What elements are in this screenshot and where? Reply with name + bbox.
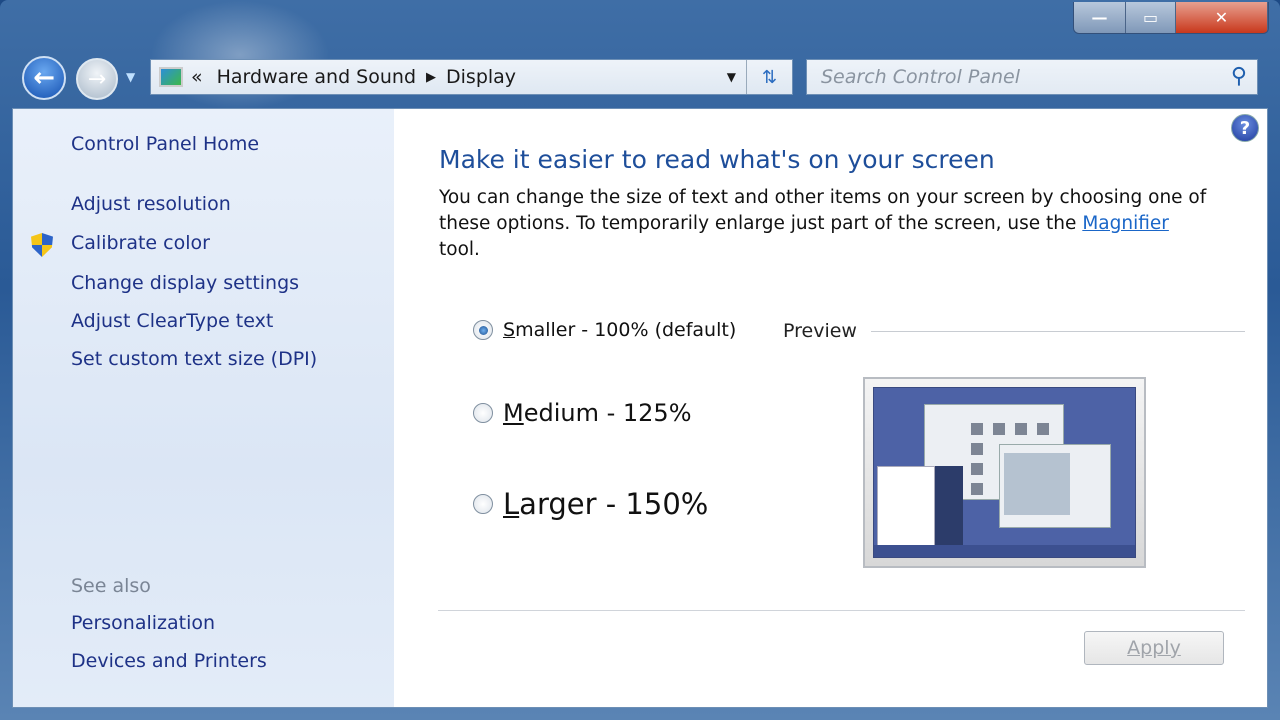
forward-button[interactable]: → — [76, 58, 118, 100]
sidebar-devices-and-printers[interactable]: Devices and Printers — [71, 650, 267, 672]
sidebar-change-display-settings[interactable]: Change display settings — [71, 272, 299, 294]
control-panel-icon — [159, 67, 183, 87]
sidebar-personalization[interactable]: Personalization — [71, 612, 215, 634]
description-text-end: tool. — [439, 239, 480, 260]
page-description: You can change the size of text and othe… — [439, 185, 1259, 263]
sidebar-control-panel-home[interactable]: Control Panel Home — [71, 133, 259, 155]
close-button[interactable]: ✕ — [1176, 2, 1268, 33]
minimize-button[interactable]: — — [1074, 2, 1126, 33]
option-smaller[interactable]: Smaller - 100% (default) — [473, 319, 736, 341]
magnifier-link[interactable]: Magnifier — [1082, 213, 1169, 234]
search-icon[interactable]: ⚲ — [1231, 64, 1247, 89]
sidebar-set-custom-dpi[interactable]: Set custom text size (DPI) — [71, 348, 317, 370]
apply-button[interactable]: Apply — [1084, 631, 1224, 665]
maximize-button[interactable]: ▭ — [1126, 2, 1176, 33]
search-input[interactable]: Search Control Panel ⚲ — [806, 59, 1258, 95]
search-placeholder: Search Control Panel — [821, 66, 1020, 88]
option-larger[interactable]: Larger - 150% — [473, 487, 708, 521]
option-label: Larger - 150% — [503, 487, 709, 521]
sidebar-adjust-cleartype[interactable]: Adjust ClearType text — [71, 310, 273, 332]
divider — [438, 610, 1245, 611]
radio-medium[interactable] — [473, 403, 493, 423]
back-button[interactable]: ← — [22, 56, 66, 100]
help-button[interactable]: ? — [1231, 114, 1259, 142]
breadcrumb-separator-icon[interactable]: ▶ — [426, 70, 436, 85]
preview-taskbar — [874, 545, 1135, 557]
sidebar-adjust-resolution[interactable]: Adjust resolution — [71, 193, 231, 215]
preview-label: Preview — [783, 320, 857, 342]
preview-start-menu — [877, 466, 935, 552]
preview-image — [863, 377, 1146, 568]
sidebar-calibrate-color[interactable]: Calibrate color — [71, 232, 210, 254]
caption-buttons: — ▭ ✕ — [1073, 2, 1269, 34]
page-title: Make it easier to read what's on your sc… — [439, 145, 995, 174]
option-label: Medium - 125% — [503, 399, 692, 427]
preview-divider — [871, 331, 1245, 332]
address-bar[interactable]: « Hardware and Sound ▶ Display ▼ ⇅ — [150, 59, 793, 95]
overflow-chevron[interactable]: « — [191, 66, 203, 88]
refresh-button[interactable]: ⇅ — [746, 60, 792, 94]
uac-shield-icon — [31, 233, 53, 257]
sidebar: Control Panel Home Adjust resolution Cal… — [13, 109, 394, 707]
recent-pages-dropdown[interactable]: ▼ — [126, 70, 135, 84]
content-area: Control Panel Home Adjust resolution Cal… — [12, 108, 1268, 708]
preview-window — [999, 444, 1111, 528]
radio-larger[interactable] — [473, 494, 493, 514]
radio-smaller[interactable] — [473, 320, 493, 340]
breadcrumb-display[interactable]: Display — [446, 66, 516, 88]
option-medium[interactable]: Medium - 125% — [473, 399, 692, 427]
see-also-heading: See also — [71, 575, 151, 597]
breadcrumb-hardware-and-sound[interactable]: Hardware and Sound — [217, 66, 416, 88]
address-dropdown-icon[interactable]: ▼ — [727, 70, 736, 84]
option-label: Smaller - 100% (default) — [503, 319, 737, 341]
